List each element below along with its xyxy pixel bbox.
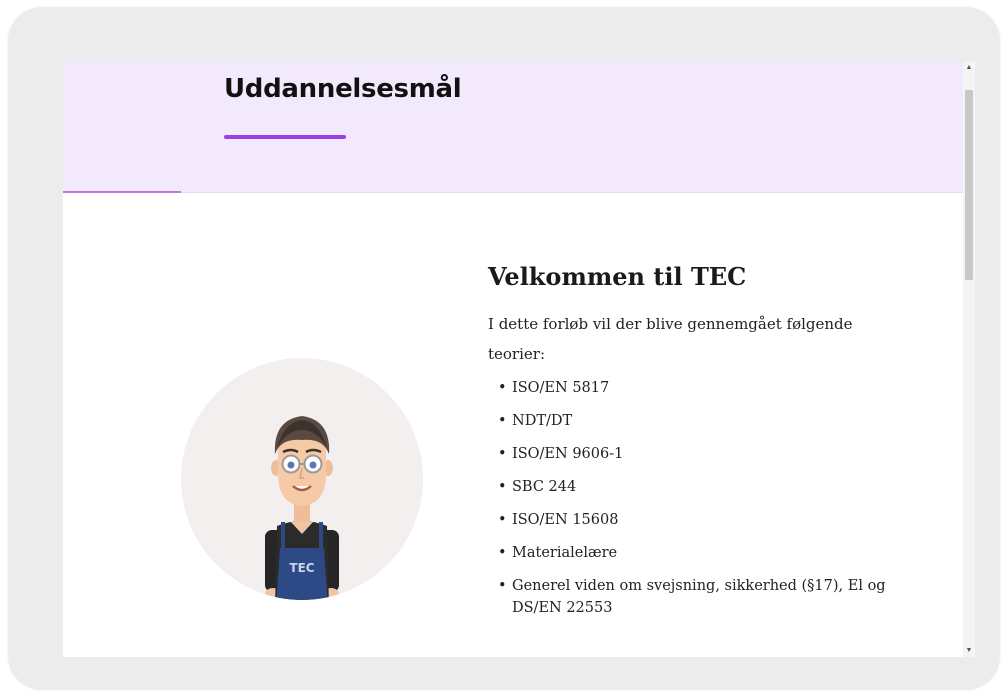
list-item: ISO/EN 9606-1 [488,443,888,465]
page-title: Uddannelsesmål [224,74,462,104]
list-item: SBC 244 [488,476,888,498]
svg-text:TEC: TEC [289,561,314,575]
intro-text: I dette forløb vil der blive gennemgået … [488,315,853,363]
list-item: Generel viden om svejsning, sikkerhed (§… [488,575,888,619]
title-underline [224,135,346,139]
welcome-content: Velkommen til TEC I dette forløb vil der… [488,262,888,630]
list-item: NDT/DT [488,410,888,432]
list-item: Materialelære [488,542,888,564]
vertical-scrollbar[interactable]: ▲ ▼ [963,62,975,657]
topics-list: ISO/EN 5817 NDT/DT ISO/EN 9606-1 SBC 244… [488,377,888,619]
list-item: ISO/EN 15608 [488,509,888,531]
lesson-screen: Uddannelsesmål TEC Velkommen til TEC I d… [63,62,975,657]
tablet-frame: Uddannelsesmål TEC Velkommen til TEC I d… [8,7,1000,690]
scroll-thumb[interactable] [965,90,973,280]
welcome-heading: Velkommen til TEC [488,262,747,291]
person-illustration-icon: TEC [265,416,339,600]
list-item: ISO/EN 5817 [488,377,888,399]
scroll-up-arrow-icon[interactable]: ▲ [963,62,975,74]
progress-indicator [63,191,181,193]
avatar: TEC [181,358,423,600]
scroll-down-arrow-icon[interactable]: ▼ [963,645,975,657]
title-banner: Uddannelsesmål [63,62,963,193]
